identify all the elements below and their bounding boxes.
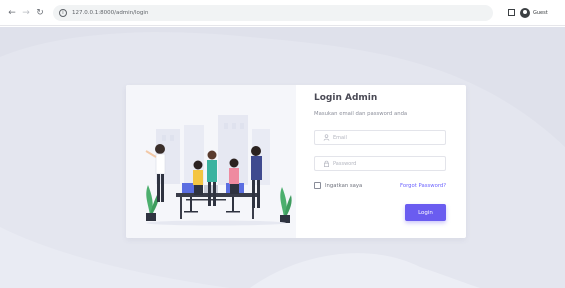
browser-toolbar: ← → ↻ i 127.0.0.1:8000/admin/login Guest [0, 0, 565, 26]
back-arrow-icon[interactable]: ← [6, 7, 18, 19]
login-subtitle: Masukan email dan password anda [314, 111, 408, 117]
remember-label[interactable]: Ingatkan saya [325, 183, 362, 189]
tab-search-icon[interactable] [508, 9, 515, 16]
reload-icon[interactable]: ↻ [34, 7, 46, 19]
url-text[interactable]: 127.0.0.1:8000/admin/login [72, 10, 148, 16]
remember-checkbox[interactable] [314, 182, 321, 189]
profile-label: Guest [533, 10, 548, 16]
login-form: Login Admin Masukan email dan password a… [314, 85, 454, 238]
profile-button[interactable]: Guest [520, 6, 548, 20]
login-button[interactable]: Login [405, 204, 446, 221]
team-illustration [145, 115, 292, 226]
forgot-password-link[interactable]: Forgot Password? [400, 183, 446, 189]
password-input[interactable] [333, 158, 433, 169]
user-icon [322, 134, 330, 142]
guest-profile-icon [520, 8, 530, 18]
email-field[interactable] [314, 130, 446, 145]
illustration-panel [126, 85, 296, 238]
email-input[interactable] [333, 132, 433, 143]
page-background: Login Admin Masukan email dan password a… [0, 27, 565, 288]
login-card: Login Admin Masukan email dan password a… [126, 85, 466, 238]
lock-icon [322, 160, 330, 168]
remember-me[interactable]: Ingatkan saya [314, 182, 362, 189]
address-bar[interactable]: i 127.0.0.1:8000/admin/login [53, 5, 493, 21]
forward-arrow-icon[interactable]: → [20, 7, 32, 19]
site-info-icon[interactable]: i [59, 9, 67, 17]
password-field[interactable] [314, 156, 446, 171]
login-title: Login Admin [314, 93, 378, 103]
